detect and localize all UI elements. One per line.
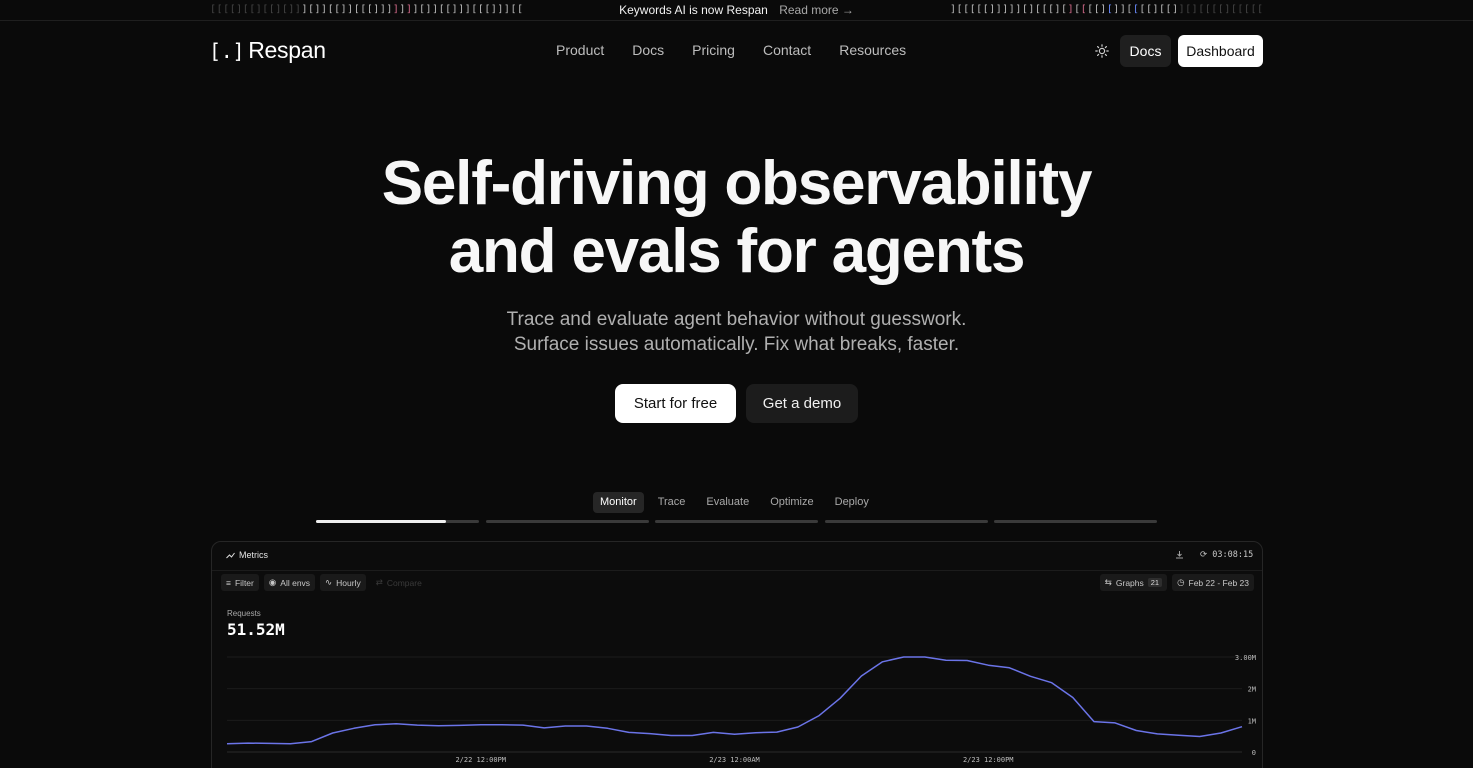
nav-link-pricing[interactable]: Pricing — [692, 41, 735, 59]
start-for-free-button[interactable]: Start for free — [615, 384, 736, 423]
x-tick-label: 2/23 12:00AM — [709, 756, 760, 764]
metrics-dashboard: Metrics ⟳ 03:08:15 ≡ Filter ◉ All envs ∿… — [211, 541, 1263, 768]
read-more-link[interactable]: Read more → — [779, 3, 854, 17]
get-a-demo-button[interactable]: Get a demo — [746, 384, 858, 423]
bracket-pattern-right: ][[[[[]]]]][][[[][][[[[][]][[[[][[]][][[… — [950, 4, 1262, 15]
tab-progress-evaluate — [655, 520, 818, 523]
nav-link-product[interactable]: Product — [556, 41, 604, 59]
y-tick-label: 3.00M — [1235, 654, 1256, 662]
x-tick-label: 2/23 12:00PM — [963, 756, 1014, 764]
announcement-bar: [[[[][[][[][]]][]][[]][[[]]]]]]][]][[]]]… — [0, 0, 1473, 21]
theme-toggle-sun-icon[interactable] — [1092, 41, 1112, 61]
logo-mark: [.] — [209, 39, 245, 63]
tab-progress-deploy — [994, 520, 1157, 523]
y-tick-label: 2M — [1248, 686, 1256, 694]
x-tick-label: 2/22 12:00PM — [455, 756, 506, 764]
logo-text: Respan — [248, 37, 326, 63]
product-tabs: Monitor Trace Evaluate Optimize Deploy — [593, 492, 883, 513]
requests-series-line — [226, 656, 1243, 745]
hero-subtitle-line-1: Trace and evaluate agent behavior withou… — [506, 309, 967, 330]
tab-deploy[interactable]: Deploy — [828, 492, 876, 513]
nav-link-resources[interactable]: Resources — [839, 41, 906, 59]
logo[interactable]: [.] Respan — [209, 37, 326, 64]
tab-optimize[interactable]: Optimize — [763, 492, 820, 513]
nav-link-contact[interactable]: Contact — [763, 41, 811, 59]
nav-links: Product Docs Pricing Contact Resources — [556, 41, 934, 59]
announcement-text: Keywords AI is now Respan — [619, 3, 768, 17]
hero-subtitle: Trace and evaluate agent behavior withou… — [0, 307, 1473, 357]
y-tick-label: 1M — [1248, 717, 1256, 725]
hero-title-line-1: Self-driving observability — [381, 149, 1093, 218]
docs-button[interactable]: Docs — [1120, 35, 1171, 67]
nav-link-docs[interactable]: Docs — [632, 41, 664, 59]
dashboard-button[interactable]: Dashboard — [1178, 35, 1263, 67]
tab-monitor[interactable]: Monitor — [593, 492, 644, 513]
tab-trace[interactable]: Trace — [651, 492, 693, 513]
tab-progress-trace — [486, 520, 649, 523]
requests-line-chart: 0 1M 2M 3.00M 2/22 12:00PM 2/23 12:00AM 2/23 1… — [226, 654, 1256, 764]
top-nav: [.] Respan Product Docs Pricing Contact R… — [0, 21, 1473, 81]
hero-title-line-2: and evals for agents — [448, 217, 1026, 286]
tab-evaluate[interactable]: Evaluate — [699, 492, 756, 513]
tab-progress-monitor — [316, 520, 479, 523]
hero-subtitle-line-2: Surface issues automatically. Fix what b… — [513, 334, 960, 355]
y-tick-label: 0 — [1252, 749, 1256, 757]
tab-progress-optimize — [825, 520, 988, 523]
hero-title: Self-driving observability and evals for… — [0, 150, 1473, 286]
tab-progress-fill — [316, 520, 447, 523]
